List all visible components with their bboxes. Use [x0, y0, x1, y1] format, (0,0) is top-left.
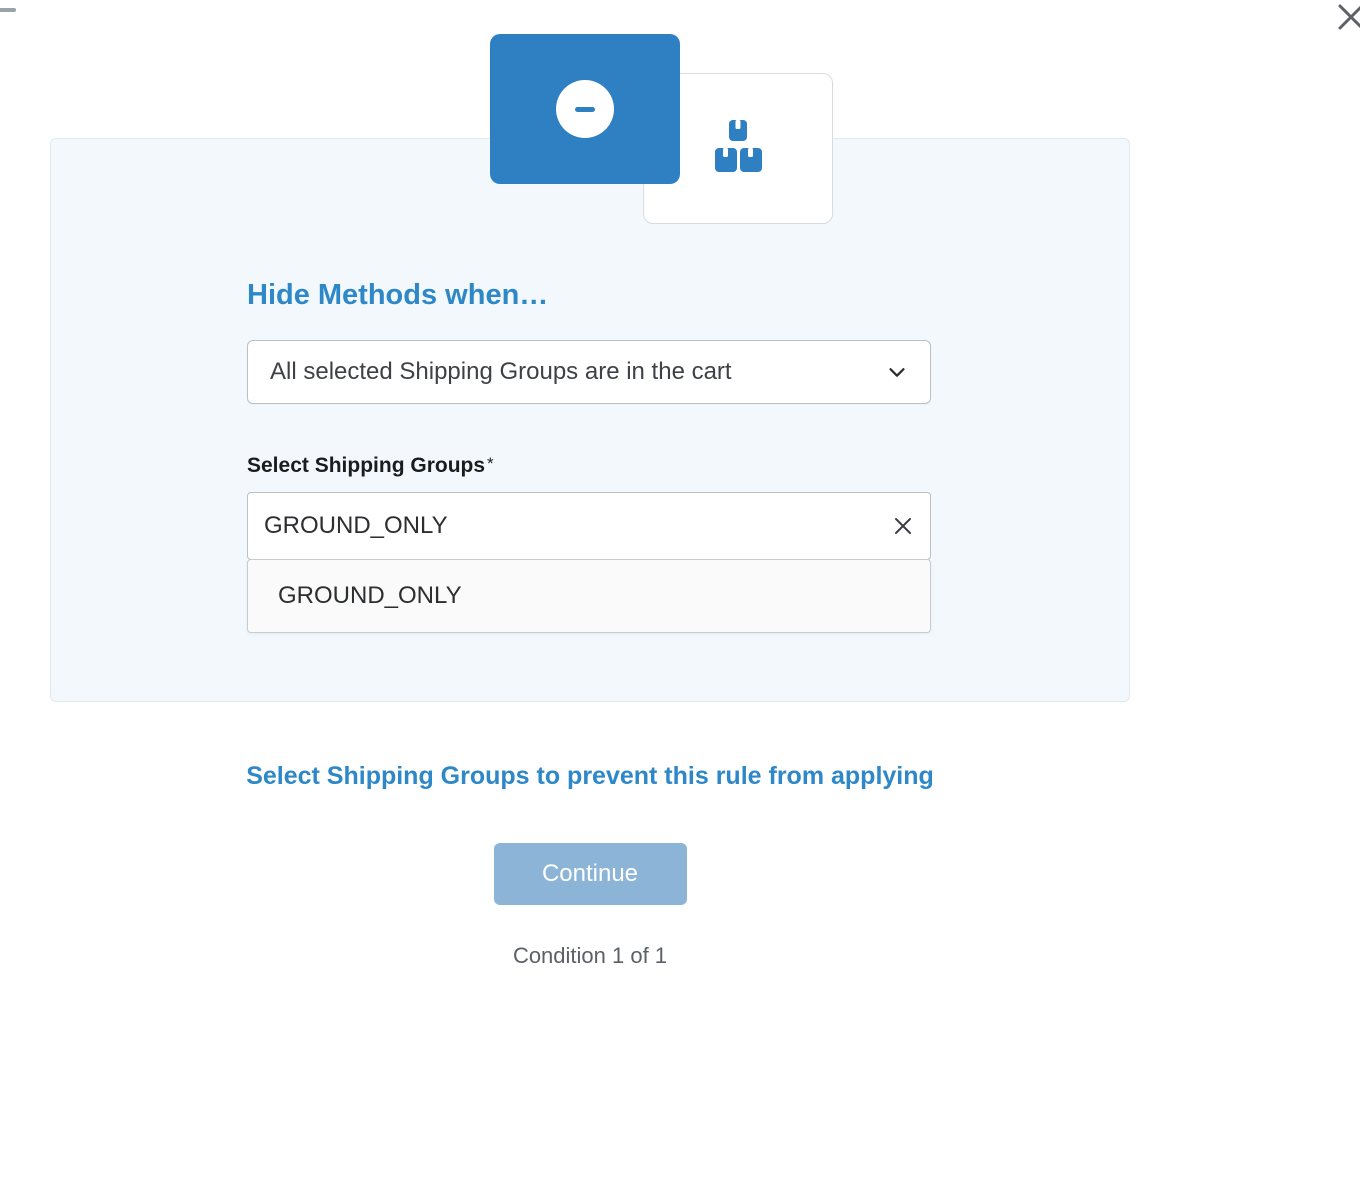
condition-card-hide[interactable]: [490, 34, 680, 184]
panel-heading: Hide Methods when…: [247, 279, 931, 312]
exclude-groups-link[interactable]: Select Shipping Groups to prevent this r…: [246, 762, 934, 791]
condition-cards: [490, 34, 870, 234]
groups-label: Select Shipping Groups*: [247, 454, 931, 478]
condition-select-value: All selected Shipping Groups are in the …: [270, 358, 886, 386]
boxes-icon: [708, 118, 768, 179]
chevron-down-icon: [886, 361, 908, 383]
close-icon: [1336, 2, 1360, 32]
clear-icon[interactable]: [892, 515, 914, 537]
continue-button[interactable]: Continue: [494, 843, 687, 905]
groups-input[interactable]: [264, 512, 892, 540]
dropdown-option[interactable]: GROUND_ONLY: [248, 560, 930, 632]
condition-counter: Condition 1 of 1: [50, 943, 1130, 969]
condition-select[interactable]: All selected Shipping Groups are in the …: [247, 340, 931, 404]
close-button[interactable]: [1336, 2, 1360, 32]
lower-section: Select Shipping Groups to prevent this r…: [50, 742, 1130, 969]
minus-circle-icon: [556, 80, 614, 138]
partial-dash: [0, 8, 16, 12]
groups-input-wrap: [247, 492, 931, 560]
groups-dropdown: GROUND_ONLY: [247, 559, 931, 633]
